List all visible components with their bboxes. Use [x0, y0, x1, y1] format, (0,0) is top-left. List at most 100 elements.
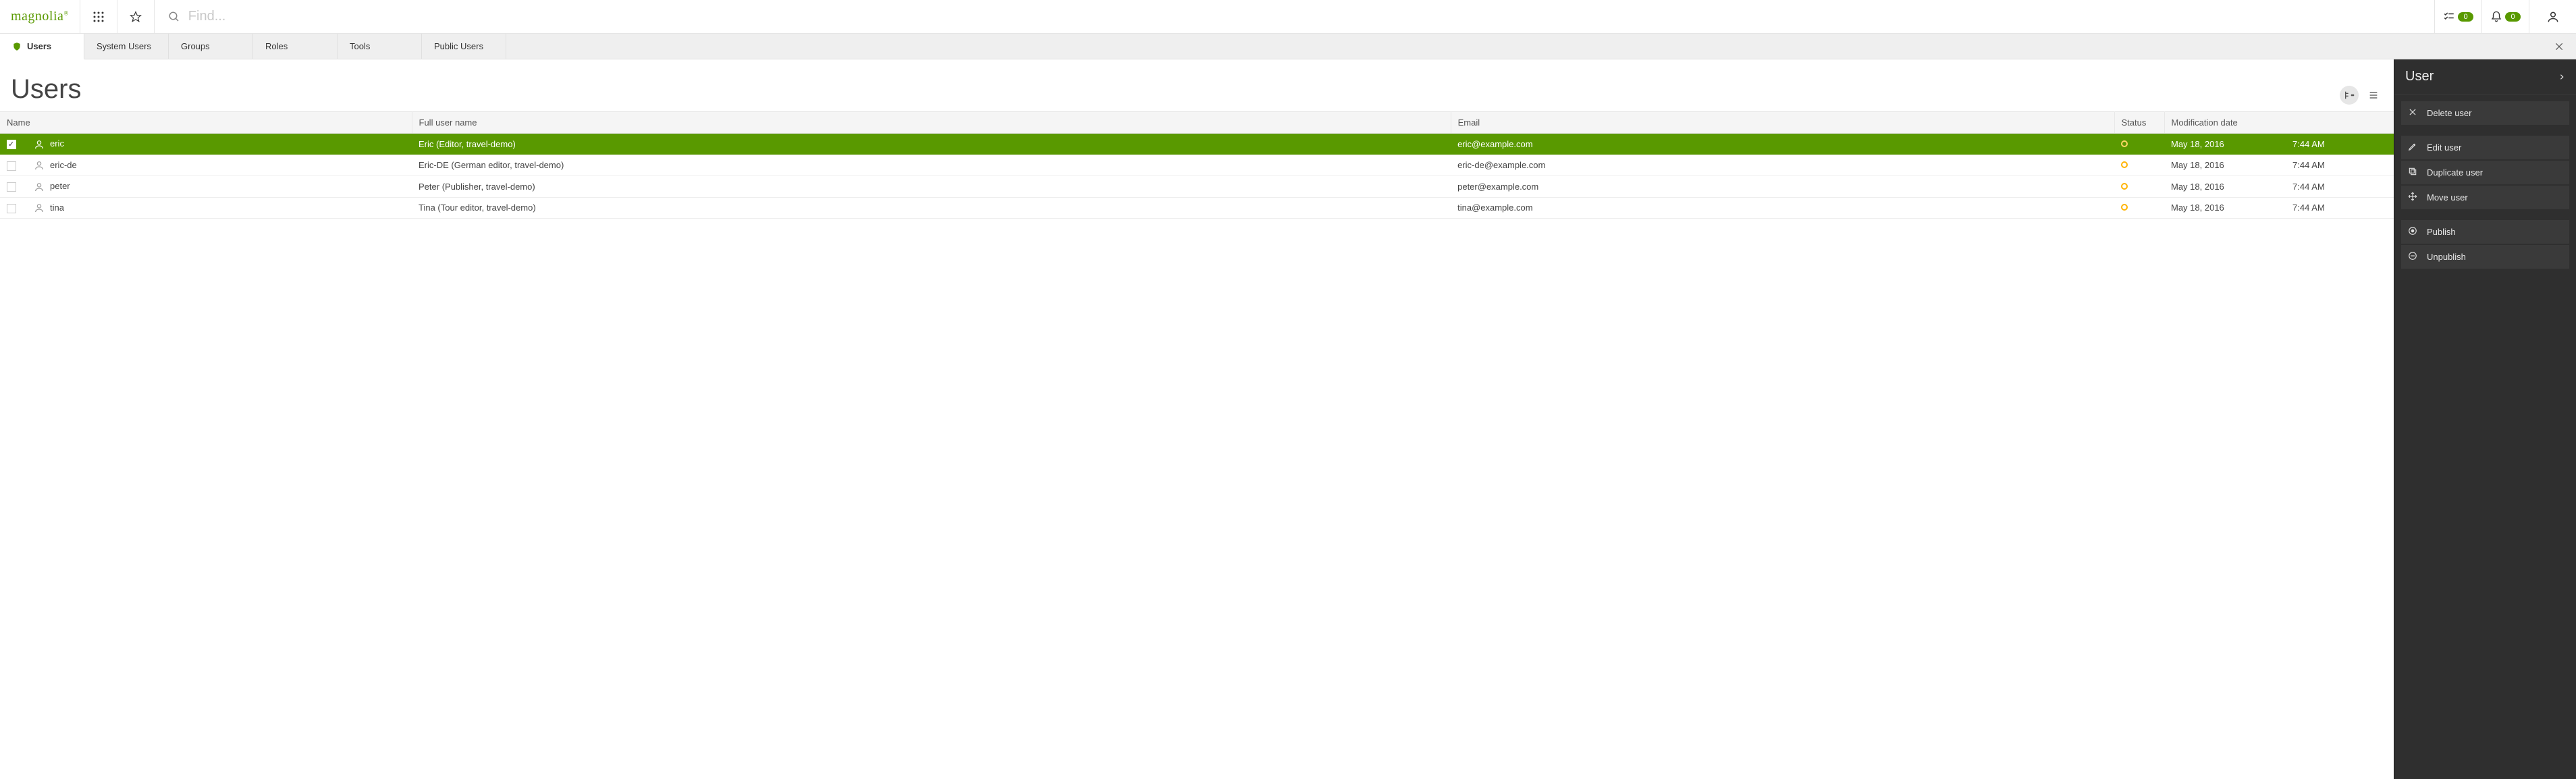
search-input[interactable] [188, 9, 2421, 24]
col-header-fullname[interactable]: Full user name [412, 112, 1451, 134]
action-unpublish[interactable]: Unpublish [2401, 245, 2569, 269]
notifications-count-badge: 0 [2505, 12, 2520, 22]
close-tabstrip-button[interactable] [2542, 34, 2576, 59]
tab-users[interactable]: Users [0, 34, 84, 59]
close-icon [2554, 42, 2564, 51]
pencil-icon [2408, 142, 2417, 153]
status-indicator-icon [2121, 140, 2128, 147]
tab-tools[interactable]: Tools [338, 34, 422, 59]
tasks-icon [2443, 11, 2455, 23]
tab-bar: Users System Users Groups Roles Tools Public … [0, 34, 2576, 59]
apps-button[interactable] [80, 0, 117, 33]
user-icon [34, 182, 45, 192]
action-publish[interactable]: Publish [2401, 220, 2569, 244]
chevron-right-icon [2558, 72, 2565, 82]
action-move-user[interactable]: Move user [2401, 186, 2569, 209]
action-label: Delete user [2427, 108, 2471, 118]
tab-roles[interactable]: Roles [253, 34, 338, 59]
tab-label: Public Users [434, 41, 483, 51]
status-indicator-icon [2121, 183, 2128, 190]
panel-actions: Delete user Edit user Duplicate user Move u… [2394, 95, 2576, 277]
cell-name: eric [50, 138, 64, 149]
row-checkbox[interactable] [7, 161, 16, 171]
tasks-count-badge: 0 [2458, 12, 2473, 22]
main-area: Users Name Full user name Email Status M… [0, 59, 2394, 779]
view-toggles [2340, 86, 2383, 105]
cell-date: May 18, 2016 [2164, 155, 2286, 176]
notifications-button[interactable]: 0 [2481, 0, 2529, 33]
star-icon [130, 11, 142, 23]
tree-view-icon [2344, 90, 2355, 101]
profile-button[interactable] [2529, 0, 2576, 33]
brand-name: magnolia® [11, 9, 69, 24]
row-checkbox[interactable] [7, 182, 16, 192]
row-checkbox[interactable] [7, 204, 16, 213]
action-panel: User Delete user Edit user Duplicate user M… [2394, 59, 2576, 779]
top-bar: magnolia® 0 0 [0, 0, 2576, 34]
tab-public-users[interactable]: Public Users [422, 34, 506, 59]
action-label: Unpublish [2427, 252, 2466, 262]
cell-time: 7:44 AM [2286, 197, 2394, 219]
action-label: Edit user [2427, 142, 2461, 153]
row-checkbox[interactable] [7, 140, 16, 149]
status-indicator-icon [2121, 161, 2128, 168]
cell-name: tina [50, 203, 64, 213]
col-header-moddate[interactable]: Modification date [2164, 112, 2394, 134]
page-title: Users [11, 74, 81, 105]
move-icon [2408, 192, 2417, 203]
panel-header[interactable]: User [2394, 59, 2576, 95]
users-table: Name Full user name Email Status Modific… [0, 111, 2394, 219]
action-label: Publish [2427, 227, 2456, 237]
user-icon [34, 160, 45, 171]
status-indicator-icon [2121, 204, 2128, 211]
tab-label: System Users [97, 41, 151, 51]
cell-time: 7:44 AM [2286, 134, 2394, 155]
duplicate-icon [2408, 167, 2417, 178]
search-icon [168, 11, 180, 23]
tab-system-users[interactable]: System Users [84, 34, 169, 59]
search-wrap [155, 0, 2434, 33]
table-row[interactable]: eric-deEric-DE (German editor, travel-de… [0, 155, 2394, 176]
cell-time: 7:44 AM [2286, 176, 2394, 198]
brand-logo[interactable]: magnolia® [0, 0, 80, 33]
action-delete-user[interactable]: Delete user [2401, 101, 2569, 125]
bell-icon [2490, 11, 2502, 23]
cell-date: May 18, 2016 [2164, 176, 2286, 198]
cell-fullname: Eric-DE (German editor, travel-demo) [412, 155, 1451, 176]
topbar-right: 0 0 [2434, 0, 2576, 33]
tab-label: Users [27, 41, 51, 51]
table-header-row: Name Full user name Email Status Modific… [0, 112, 2394, 134]
action-duplicate-user[interactable]: Duplicate user [2401, 161, 2569, 184]
cell-email: eric@example.com [1451, 134, 2114, 155]
cell-email: peter@example.com [1451, 176, 2114, 198]
favorites-button[interactable] [117, 0, 155, 33]
view-list-button[interactable] [2364, 86, 2383, 105]
tab-label: Tools [350, 41, 370, 51]
action-label: Duplicate user [2427, 167, 2483, 178]
unpublish-icon [2408, 251, 2417, 263]
tab-label: Groups [181, 41, 210, 51]
cell-email: tina@example.com [1451, 197, 2114, 219]
user-icon [34, 203, 45, 213]
tab-groups[interactable]: Groups [169, 34, 253, 59]
cell-fullname: Peter (Publisher, travel-demo) [412, 176, 1451, 198]
user-icon [2546, 10, 2560, 24]
col-header-email[interactable]: Email [1451, 112, 2114, 134]
col-header-name[interactable]: Name [0, 112, 412, 134]
cell-fullname: Tina (Tour editor, travel-demo) [412, 197, 1451, 219]
table-row[interactable]: tina Tina (Tour editor, travel-demo)tina@… [0, 197, 2394, 219]
action-edit-user[interactable]: Edit user [2401, 136, 2569, 159]
list-view-icon [2368, 90, 2379, 101]
view-tree-button[interactable] [2340, 86, 2359, 105]
col-header-status[interactable]: Status [2114, 112, 2164, 134]
table-row[interactable]: eric Eric (Editor, travel-demo)eric@examp… [0, 134, 2394, 155]
close-icon [2408, 107, 2417, 119]
action-label: Move user [2427, 192, 2468, 203]
table-row[interactable]: peterPeter (Publisher, travel-demo)peter… [0, 176, 2394, 198]
user-icon [34, 139, 45, 150]
tab-label: Roles [265, 41, 288, 51]
cell-date: May 18, 2016 [2164, 134, 2286, 155]
cell-fullname: Eric (Editor, travel-demo) [412, 134, 1451, 155]
page-head: Users [0, 59, 2394, 111]
tasks-button[interactable]: 0 [2434, 0, 2481, 33]
